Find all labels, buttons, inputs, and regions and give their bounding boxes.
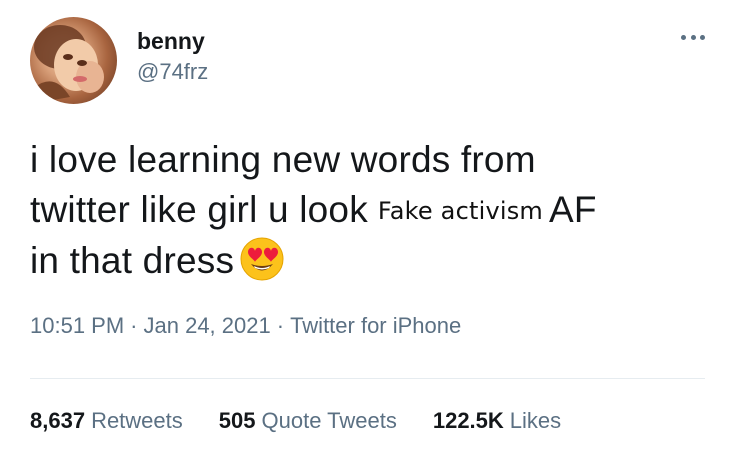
tweet-line-3-text: in that dress <box>30 240 235 281</box>
tweet-date[interactable]: Jan 24, 2021 <box>144 313 271 338</box>
tweet-line-2-end: AF <box>549 189 597 230</box>
meta-separator: · <box>130 313 138 338</box>
quote-tweets-label: Quote Tweets <box>261 408 397 433</box>
tweet-text: i love learning new words from twitter l… <box>30 135 720 285</box>
tweet-line-1: i love learning new words from <box>30 139 536 180</box>
retweets-count: 8,637 <box>30 408 86 433</box>
divider <box>30 378 705 379</box>
meta-separator: · <box>276 313 285 338</box>
tweet-line-3: in that dress <box>30 235 720 285</box>
author-block: benny @74frz <box>137 28 208 86</box>
more-options-icon[interactable] <box>681 32 705 42</box>
tweet-stats: 8,637 Retweets 505 Quote Tweets 122.5K Like… <box>30 408 597 434</box>
tweet-line-2: twitter like girl u look Fake activism AF <box>30 185 720 235</box>
more-dot <box>681 34 686 40</box>
user-handle[interactable]: @74frz <box>137 58 208 86</box>
tweet-card: benny @74frz i love learning new words f… <box>0 0 735 466</box>
retweets-label: Retweets <box>91 408 183 433</box>
retweets-stat[interactable]: 8,637 Retweets <box>30 408 183 434</box>
likes-count: 122.5K <box>432 408 504 433</box>
tweet-source[interactable]: Twitter for iPhone <box>290 313 461 338</box>
likes-stat[interactable]: 122.5K Likes <box>433 408 561 434</box>
tweet-meta: 10:51 PM · Jan 24, 2021 · Twitter for iPhone <box>30 313 461 339</box>
overlay-caption: Fake activism <box>377 197 544 225</box>
heart-eyes-emoji-icon <box>238 235 286 283</box>
likes-label: Likes <box>509 408 562 433</box>
avatar-photo <box>30 25 104 104</box>
quote-tweets-count: 505 <box>218 408 256 433</box>
quote-tweets-stat[interactable]: 505 Quote Tweets <box>219 408 397 434</box>
more-dot <box>690 34 696 40</box>
avatar[interactable] <box>30 17 117 104</box>
tweet-line-2-start: twitter like girl u look <box>30 189 368 230</box>
tweet-time[interactable]: 10:51 PM <box>30 313 124 338</box>
display-name[interactable]: benny <box>137 28 208 54</box>
more-dot <box>700 34 705 40</box>
